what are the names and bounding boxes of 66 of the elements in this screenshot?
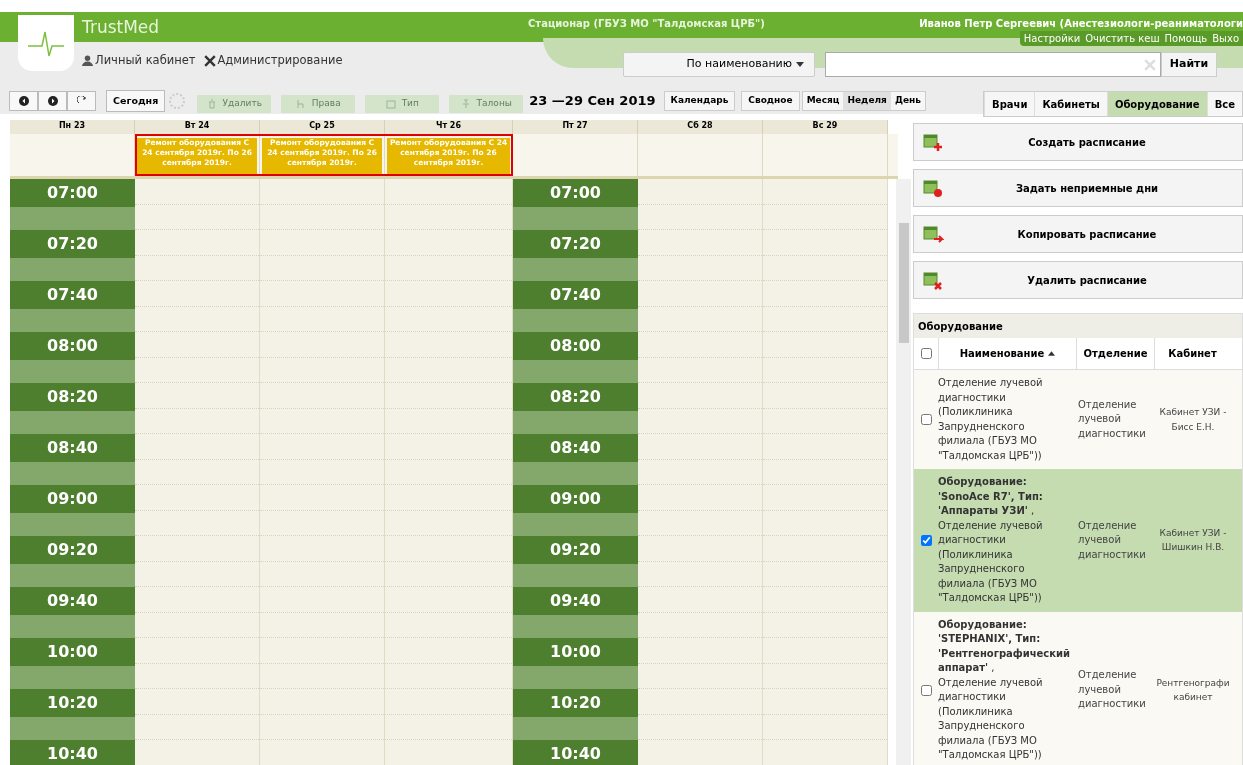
day-header: Вт 24: [135, 120, 260, 134]
time-label: 09:40: [10, 587, 135, 615]
tab[interactable]: Кабинеты: [1034, 92, 1107, 116]
period-tab[interactable]: Неделя: [843, 92, 891, 110]
time-label: 08:00: [10, 332, 135, 360]
tab[interactable]: Все: [1206, 92, 1242, 116]
nav-link[interactable]: Администрирование: [203, 52, 343, 70]
time-label: 08:20: [513, 383, 638, 411]
cabinet-cell-text: Рентгенографи кабинет: [1155, 676, 1231, 704]
time-label: 09:20: [513, 536, 638, 564]
tab[interactable]: Врачи: [984, 92, 1035, 116]
schedule-button[interactable]: Удалить расписание: [913, 261, 1243, 299]
time-label: 07:40: [10, 281, 135, 309]
time-label: 07:00: [513, 179, 638, 207]
app-name: TrustMed: [82, 16, 161, 39]
tab[interactable]: Оборудование: [1106, 92, 1207, 116]
time-label: 08:40: [10, 434, 135, 462]
time-label: 07:40: [513, 281, 638, 309]
department-cell-text: Отделение лучевой диагностики: [1077, 397, 1147, 441]
time-label: 08:20: [10, 383, 135, 411]
today-button[interactable]: Сегодня: [106, 90, 166, 112]
search-mode-dropdown[interactable]: По наименованию: [623, 52, 815, 77]
time-label: 10:20: [513, 689, 638, 717]
day-header: Чт 26: [385, 120, 513, 134]
equipment-name: Оборудование: 'STEPHANIX', Тип: 'Рентгенографический аппарат' ,: [938, 617, 1072, 675]
equipment-name: Оборудование: 'SonoAce R7', Тип: 'Аппараты УЗИ' ,: [938, 475, 1044, 518]
period-tab[interactable]: Месяц: [802, 92, 844, 110]
department-cell-text: Отделение лучевой диагностики: [1077, 518, 1147, 562]
equipment-location: Отделение лучевой диагностики (Поликлиника Запрудненского филиала (ГБУЗ МО "Талдомская ЦРБ")): [938, 376, 1044, 463]
period-tab[interactable]: День: [890, 92, 925, 110]
column-header[interactable]: Отделение: [1076, 338, 1154, 369]
time-label: 09:20: [10, 536, 135, 564]
time-label: 07:20: [10, 230, 135, 258]
time-label: 09:00: [10, 485, 135, 513]
schedule-button[interactable]: Копировать расписание: [913, 215, 1243, 253]
schedule-button[interactable]: Задать неприемные дни: [913, 169, 1243, 207]
time-label: 08:40: [513, 434, 638, 462]
find-button[interactable]: Найти: [1161, 52, 1217, 77]
equipment-row[interactable]: Оборудование: 'SonoAce R7', Тип: 'Аппараты УЗИ' , Отделение лучевой диагностики (Поликлиника Запрудненского филиала (ГБУЗ МО "Талдомская ЦРБ")) Отделение лучевой диагностики Кабинет УЗИ - Шишкин Н.В.: [914, 469, 1242, 612]
panel-title: Оборудование: [914, 314, 1242, 338]
day-header: Ср 25: [260, 120, 385, 134]
time-label: 09:00: [513, 485, 638, 513]
equipment-row[interactable]: Отделение лучевой диагностики (Поликлиника Запрудненского филиала (ГБУЗ МО "Талдомская ЦРБ")) Отделение лучевой диагностики Кабинет УЗИ - Бисс Е.Н.: [914, 370, 1242, 469]
nav-link[interactable]: Личный кабинет: [82, 52, 196, 70]
equipment-location: Отделение лучевой диагностики (Поликлиника Запрудненского филиала (ГБУЗ МО "Талдомская ЦРБ")): [938, 675, 1044, 762]
equipment-location: Отделение лучевой диагностики (Поликлиника Запрудненского филиала (ГБУЗ МО "Талдомская ЦРБ")): [938, 518, 1044, 605]
time-label: 10:40: [10, 740, 135, 765]
cabinet-cell-text: Кабинет УЗИ - Бисс Е.Н.: [1158, 406, 1228, 434]
organization-name: Стационар (ГБУЗ МО "Талдомская ЦРБ"): [528, 17, 765, 31]
time-label: 07:20: [513, 230, 638, 258]
time-label: 10:40: [513, 740, 638, 765]
view-button[interactable]: Календарь: [663, 91, 736, 111]
department-cell-text: Отделение лучевой диагностики: [1077, 668, 1147, 712]
view-button[interactable]: Сводное: [741, 91, 800, 111]
column-header[interactable]: Кабинет: [1154, 338, 1230, 369]
column-header[interactable]: Наименование: [938, 338, 1076, 369]
user-name: Иванов Петр Сергеевич (Анестезиологи-реаниматологи: [919, 17, 1243, 31]
date-range: 23 —29 Сен 2019: [529, 92, 656, 111]
time-label: 10:20: [10, 689, 135, 717]
time-label: 10:00: [10, 638, 135, 666]
schedule-button[interactable]: Создать расписание: [913, 123, 1243, 161]
time-label: 08:00: [513, 332, 638, 360]
time-label: 07:00: [10, 179, 135, 207]
time-label: 09:40: [513, 587, 638, 615]
cabinet-cell-text: Кабинет УЗИ - Шишкин Н.В.: [1158, 526, 1228, 555]
time-label: 10:00: [513, 638, 638, 666]
